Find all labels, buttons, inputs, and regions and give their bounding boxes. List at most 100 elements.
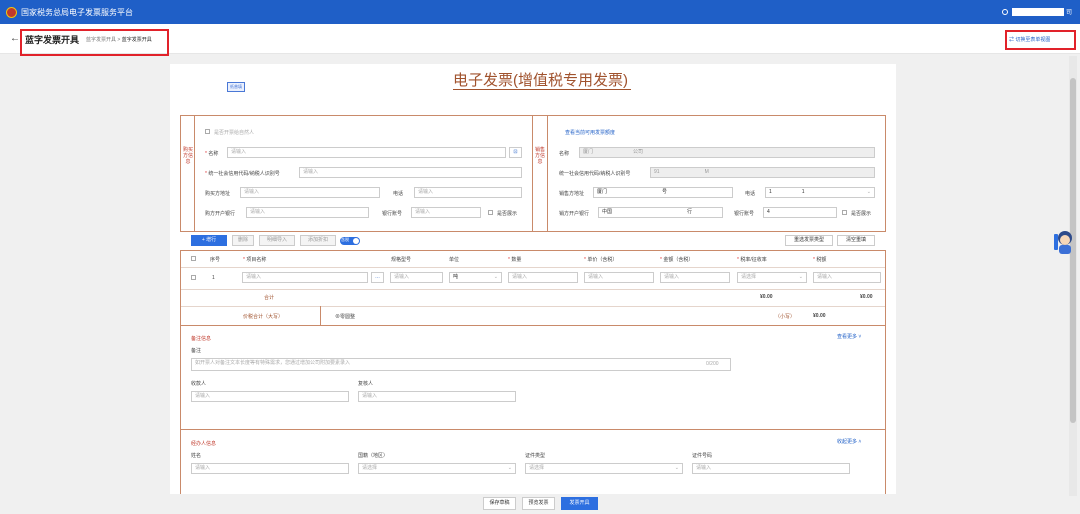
col-header: * 单价（含税） (584, 257, 618, 263)
id-type-select[interactable]: 请选择 ⌄ (525, 463, 683, 474)
col-header: * 项目名称 (243, 257, 267, 263)
chevron-down-icon: ⌄ (674, 465, 679, 471)
user-icon (1001, 8, 1008, 15)
buyer-address-input[interactable]: 请输入 (240, 187, 380, 198)
title-underline (453, 89, 631, 90)
buyer-show-checkbox[interactable] (488, 210, 493, 215)
buyer-name-label: * 名称 (205, 151, 219, 157)
buyer-bank-input[interactable]: 请输入 (246, 207, 369, 218)
col-header: 序号 (210, 257, 221, 263)
remarks-textarea[interactable]: 如开票人对备注文本长度等有特殊需求，您通过增加公司附加要素录入 (191, 358, 731, 371)
country-label: 国籍（地区） (358, 453, 389, 459)
unit-price-input[interactable]: 请输入 (584, 272, 654, 283)
reviewer-label: 复核人 (358, 381, 374, 387)
invoice-tag: 纸普填 (227, 82, 245, 92)
row-line (181, 289, 885, 290)
buyer-address-label: 购买方地址 (205, 191, 231, 197)
seller-address-input[interactable]: 厦门号 (593, 187, 733, 198)
user-name: 司 (1065, 10, 1072, 16)
preview-button[interactable]: 预览发票 (522, 497, 555, 510)
sum-lower-value: ¥0.00 (813, 313, 826, 319)
agent-section-title: 经办人信息 (191, 441, 217, 447)
seller-show-label: 是否展示 (851, 211, 872, 217)
id-number-input[interactable]: 请输入 (692, 463, 850, 474)
sum-upper-label: 价税合计（大写） (243, 314, 284, 320)
buyer-bank-label: 购方开户银行 (205, 211, 236, 217)
item-catalog-icon[interactable]: … (371, 272, 384, 283)
buyer-name-input[interactable]: 请输入 (227, 147, 506, 158)
tax-emblem-icon (6, 6, 17, 18)
total-tax: ¥0.00 (860, 294, 873, 300)
seller-tax-label: 统一社会信用代码/纳税人识别号 (559, 171, 631, 177)
tax-rate-select[interactable]: 请选择 ⌄ (737, 272, 807, 283)
app-title: 国家税务总局电子发票服务平台 (21, 7, 133, 17)
view-more-link[interactable]: 查看更多 ˅ (837, 333, 861, 340)
id-number-label: 证件号码 (692, 453, 713, 459)
seller-show-checkbox[interactable] (842, 210, 847, 215)
id-type-label: 证件类型 (525, 453, 546, 459)
unit-select[interactable]: 吨 ⌄ (449, 272, 502, 283)
seller-side-label: 销售方信息 (535, 147, 546, 165)
row-number: 1 (212, 275, 215, 281)
delete-row-button[interactable]: 删除 (232, 235, 254, 246)
seller-name-field: 厦门 公司 (579, 147, 875, 158)
buyer-account-input[interactable]: 请输入 (411, 207, 481, 218)
remarks-section-title: 备注信息 (191, 336, 212, 342)
buyer-show-label: 是否展示 (497, 211, 518, 217)
breadcrumb-item[interactable]: 蓝字发票开具 (86, 37, 116, 43)
buyer-search-icon[interactable]: ⊡ (509, 147, 522, 158)
col-header: * 税额 (813, 257, 827, 263)
reviewer-input[interactable]: 请输入 (358, 391, 516, 402)
sum-upper-value: ⊗零圆整 (335, 314, 356, 320)
col-header: 单位 (449, 257, 460, 263)
remarks-char-count: 0/200 (706, 361, 719, 367)
user-menu[interactable]: 司 (1001, 7, 1072, 16)
col-header: * 数量 (508, 257, 522, 263)
payee-input[interactable]: 请输入 (191, 391, 349, 402)
row-checkbox[interactable] (191, 275, 196, 280)
tax-amount-input[interactable]: 请输入 (813, 272, 881, 283)
item-name-input[interactable]: 请输入 (242, 272, 368, 283)
buyer-side-label: 购买方信息 (183, 147, 194, 165)
quantity-input[interactable]: 请输入 (508, 272, 578, 283)
add-row-button[interactable]: + 增行 (191, 235, 227, 246)
collapse-link[interactable]: 收起更多 ˄ (837, 438, 861, 445)
issue-invoice-button[interactable]: 发票开具 (561, 497, 598, 510)
reselect-type-button[interactable]: 重选发票类型 (785, 235, 833, 246)
back-arrow-icon[interactable]: ← (10, 33, 20, 44)
chevron-down-icon: ⌄ (866, 189, 871, 195)
amount-input[interactable]: 请输入 (660, 272, 730, 283)
spec-input[interactable]: 请输入 (390, 272, 443, 283)
add-discount-button[interactable]: 添加折扣 (300, 235, 336, 246)
seller-bank-input[interactable]: 中国行 (598, 207, 723, 218)
save-draft-button[interactable]: 保存草稿 (483, 497, 516, 510)
seller-phone-select[interactable]: 1 1 ⌄ (765, 187, 875, 198)
chevron-down-icon: ⌄ (493, 274, 498, 280)
buyer-divider (194, 115, 195, 232)
buyer-phone-input[interactable]: 请输入 (414, 187, 522, 198)
col-header: * 金额（含税） (660, 257, 694, 263)
assistant-avatar-icon[interactable] (1054, 229, 1074, 255)
total-label: 合计 (264, 295, 275, 301)
seller-address-label: 销售方地址 (559, 191, 585, 197)
seller-account-input[interactable]: 4 (763, 207, 837, 218)
agent-name-input[interactable]: 请输入 (191, 463, 349, 474)
import-detail-button[interactable]: 明细导入 (259, 235, 295, 246)
select-all-checkbox[interactable] (191, 256, 196, 261)
buyer-tax-label: * 统一社会信用代码/纳税人识别号 (205, 171, 280, 177)
natural-person-label: 是否开票给自然人 (214, 130, 255, 136)
clear-refill-button[interactable]: 清空重填 (837, 235, 875, 246)
switch-view-link[interactable]: ⇄ 切换至表单视图 (1009, 36, 1050, 43)
total-amount: ¥0.00 (760, 294, 773, 300)
country-select[interactable]: 请选择 ⌄ (358, 463, 516, 474)
chevron-down-icon: ⌄ (507, 465, 512, 471)
breadcrumb-sep: > (117, 37, 121, 43)
header-line (181, 267, 885, 268)
quota-link[interactable]: 查看当前可用发票额度 (565, 129, 615, 136)
switch-view-label: 切换至表单视图 (1015, 37, 1051, 43)
col-header: 规格型号 (391, 257, 412, 263)
top-bar: 国家税务总局电子发票服务平台 司 (0, 0, 1080, 24)
seller-account-label: 银行账号 (734, 211, 755, 217)
natural-person-checkbox[interactable] (205, 129, 210, 134)
buyer-tax-input[interactable]: 请输入 (299, 167, 522, 178)
